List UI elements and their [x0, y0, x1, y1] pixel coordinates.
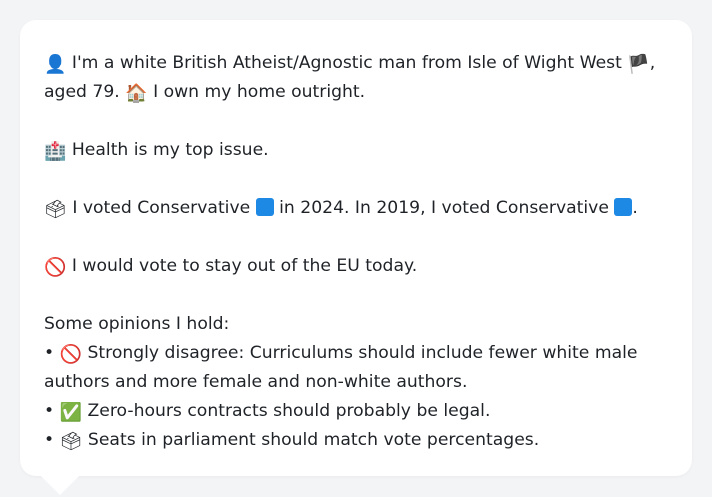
ballot-box-icon: 🗳: [59, 431, 83, 452]
bullet: •: [44, 401, 60, 421]
home-text: I own my home outright.: [147, 82, 366, 102]
vote-text-2019: in 2024. In 2019, I voted Conservative: [273, 198, 615, 218]
person-icon: 👤: [44, 54, 67, 75]
opinion-text: Strongly disagree: Curriculums should in…: [44, 343, 638, 392]
speech-bubble-tail: [40, 475, 80, 495]
bullet: •: [44, 430, 60, 450]
opinion-text: Seats in parliament should match vote pe…: [82, 430, 540, 450]
opinion-text: Zero-hours contracts should probably be …: [82, 401, 491, 421]
hospital-icon: 🏥: [44, 141, 67, 162]
england-flag-icon: 🏴: [627, 54, 650, 75]
opinions-heading: Some opinions I hold:: [44, 314, 230, 334]
house-icon: 🏠: [125, 83, 148, 104]
profile-card: 👤 I'm a white British Atheist/Agnostic m…: [20, 20, 692, 476]
health-line: 🏥 Health is my top issue.: [44, 136, 668, 165]
identity-line: 👤 I'm a white British Atheist/Agnostic m…: [44, 49, 668, 78]
health-text: Health is my top issue.: [66, 140, 269, 160]
eu-line: 🚫 I would vote to stay out of the EU tod…: [44, 252, 668, 281]
opinion-item: • 🚫 Strongly disagree: Curriculums shoul…: [44, 339, 668, 397]
vote-end: .: [632, 198, 638, 218]
age-text: aged 79.: [44, 82, 126, 102]
check-mark-icon: ✅: [59, 402, 83, 423]
opinion-item: • 🗳 Seats in parliament should match vot…: [44, 426, 668, 455]
conservative-blue-square-icon: [614, 198, 633, 216]
prohibited-icon: 🚫: [59, 344, 83, 365]
eu-text: I would vote to stay out of the EU today…: [66, 256, 418, 276]
identity-end: ,: [649, 53, 656, 73]
identity-text: I'm a white British Atheist/Agnostic man…: [66, 53, 628, 73]
vote-line: 🗳 I voted Conservative in 2024. In 2019,…: [44, 194, 668, 223]
age-line: aged 79. 🏠 I own my home outright.: [44, 78, 668, 107]
opinion-item: • ✅ Zero-hours contracts should probably…: [44, 397, 668, 426]
ballot-box-icon: 🗳: [44, 199, 67, 220]
vote-text-2024: I voted Conservative: [66, 198, 256, 218]
bullet: •: [44, 343, 60, 363]
prohibited-icon: 🚫: [44, 257, 67, 278]
conservative-blue-square-icon: [255, 198, 274, 216]
